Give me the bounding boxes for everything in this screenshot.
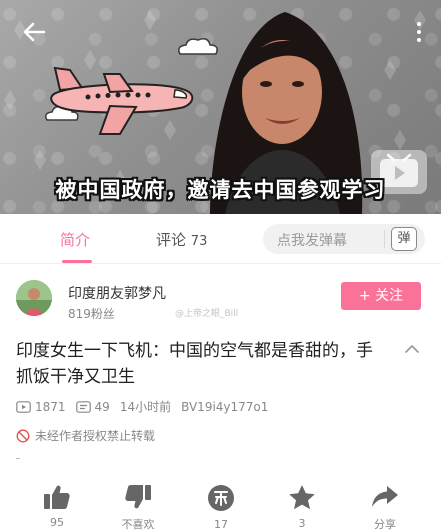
follow-button[interactable]: + 关注 — [341, 282, 421, 310]
danmaku-toggle-button[interactable]: 弹 — [391, 227, 417, 251]
video-caption: 被中国政府，邀请去中国参观学习 — [55, 178, 386, 202]
back-arrow-icon[interactable] — [20, 18, 48, 46]
coin-count: 17 — [214, 518, 228, 530]
share-icon — [372, 486, 398, 507]
favorite-button[interactable]: 3 — [272, 484, 332, 530]
view-count: 1871 — [35, 399, 66, 414]
tab-comments-label: 评论 — [156, 231, 187, 249]
more-icon[interactable] — [413, 18, 425, 46]
favorite-icon — [289, 485, 315, 510]
danmaku-icon — [75, 400, 91, 413]
publish-time: 14小时前 — [119, 400, 172, 414]
tab-comments-count: 73 — [190, 234, 208, 249]
action-bar: 95 不喜欢 17 3 分享 — [0, 484, 441, 530]
watermark: @上帝之眼_Bill — [175, 309, 239, 319]
divider — [16, 458, 20, 459]
uploader-name[interactable]: 印度朋友郭梦凡 — [68, 283, 166, 303]
bvid: BV19i4y177o1 — [181, 399, 269, 414]
danmaku-count: 49 — [94, 399, 110, 414]
plane-icon — [50, 66, 194, 135]
uploader-fans: 819粉丝 — [68, 307, 115, 321]
avatar[interactable] — [16, 280, 52, 316]
danmaku-input[interactable]: 点我发弹幕 弹 — [263, 224, 425, 254]
coin-icon — [208, 485, 234, 511]
like-count: 95 — [50, 516, 64, 529]
dislike-icon — [125, 485, 151, 509]
divider — [384, 230, 385, 248]
tab-comments[interactable]: 评论 73 — [156, 229, 207, 250]
danmaku-placeholder: 点我发弹幕 — [277, 233, 347, 249]
video-stats: 1871 49 14小时前 BV19i4y177o1 — [16, 398, 278, 415]
like-icon — [44, 485, 70, 509]
share-button[interactable]: 分享 — [355, 484, 415, 530]
video-title: 印度女生一下飞机：中国的空气都是香甜的，手抓饭干净又卫生 — [16, 341, 373, 387]
view-icon — [16, 400, 31, 413]
share-label: 分享 — [374, 518, 396, 530]
copyright-text: 未经作者授权禁止转载 — [35, 429, 156, 443]
like-button[interactable]: 95 — [27, 484, 87, 529]
tab-bar: 简介 评论 73 点我发弹幕 弹 — [0, 214, 441, 264]
tab-active-indicator — [62, 260, 92, 263]
copyright-notice: 未经作者授权禁止转载 — [16, 427, 155, 444]
cloud-icon — [178, 38, 218, 55]
dislike-button[interactable]: 不喜欢 — [108, 484, 168, 530]
tab-intro[interactable]: 简介 — [60, 229, 90, 250]
uploader-row: 印度朋友郭梦凡 819粉丝 @上帝之眼_Bill + 关注 — [0, 264, 441, 330]
no-reprint-icon — [16, 429, 30, 442]
expand-icon[interactable] — [403, 340, 421, 358]
favorite-count: 3 — [298, 517, 306, 530]
coin-button[interactable]: 17 — [191, 484, 251, 530]
video-player[interactable]: 被中国政府，邀请去中国参观学习 — [0, 0, 441, 214]
dislike-label: 不喜欢 — [121, 518, 155, 530]
